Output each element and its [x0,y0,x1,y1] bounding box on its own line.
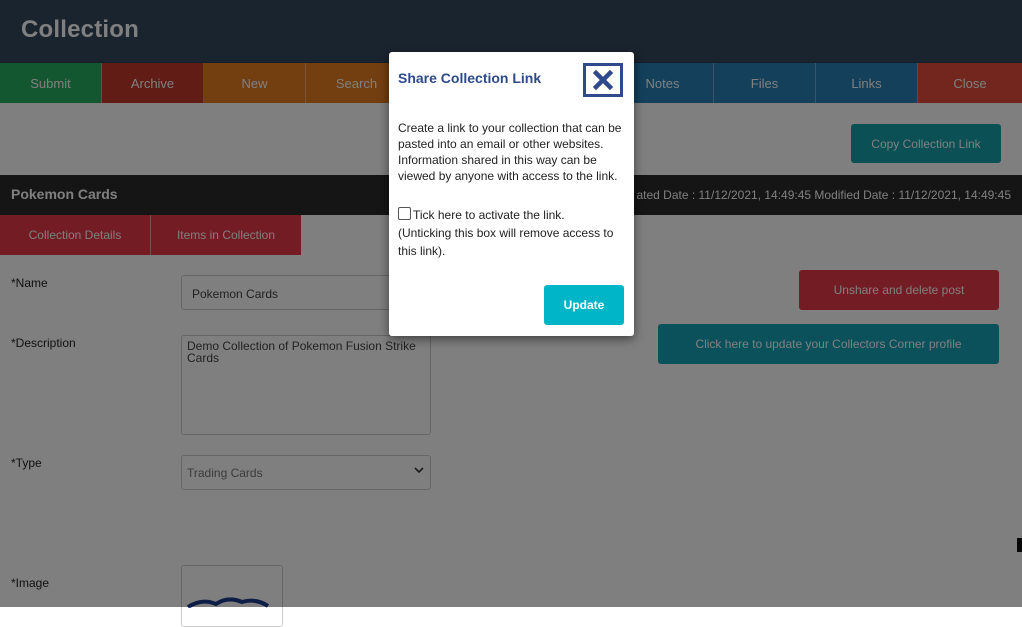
app-window: Collection Submit Archive New Search Not… [0,0,1022,627]
modal-description: Create a link to your collection that ca… [398,121,622,183]
activate-link-label: Tick here to activate the link. [413,208,565,222]
activate-link-row: Tick here to activate the link. (Unticki… [398,206,626,260]
close-icon [592,70,614,90]
activate-link-note: (Unticking this box will remove access t… [398,226,614,258]
modal-close-button[interactable] [583,63,623,97]
share-link-modal: Share Collection Link Create a link to y… [389,52,634,336]
update-button[interactable]: Update [544,285,624,325]
activate-link-checkbox[interactable] [398,207,411,220]
modal-title: Share Collection Link [398,70,542,86]
